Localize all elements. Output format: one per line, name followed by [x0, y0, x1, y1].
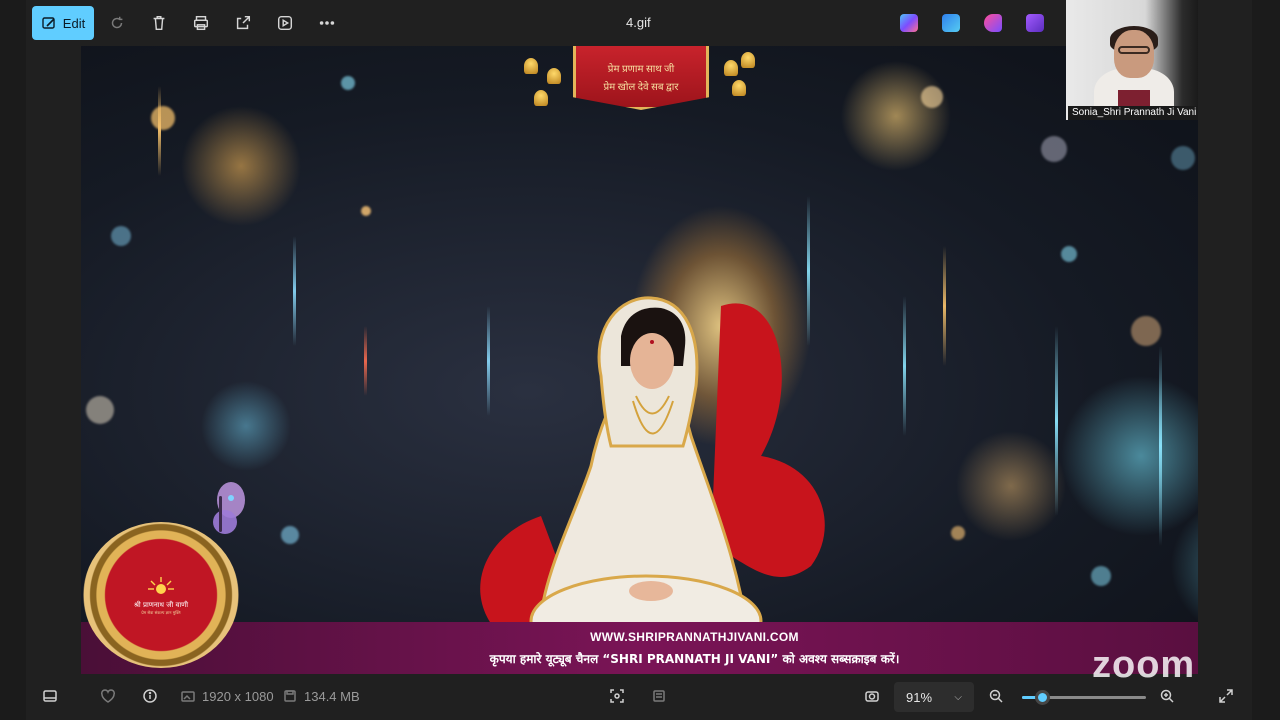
channel-logo: श्री प्राणनाथ जी वाणी प्रेम सेवा संकल्प …: [83, 522, 239, 668]
participant-glasses: [1118, 46, 1150, 54]
meditating-figure-illustration: [421, 266, 841, 674]
info-icon: [143, 689, 157, 703]
promo-message: कृपया हमारे यूट्यूब चैनल “SHRI PRANNATH …: [489, 651, 900, 666]
image-dimensions: 1920 x 1080: [180, 688, 274, 704]
participant-name: Sonia_Shri Prannath Ji Vani: [1068, 106, 1198, 120]
zoom-level-select[interactable]: 91% ⌵: [894, 682, 974, 712]
edit-icon: [42, 17, 55, 29]
participant-head: [1114, 30, 1154, 78]
logo-subtitle: प्रेम सेवा संकल्प ज्ञान मुक्ति: [141, 609, 181, 615]
actual-size-button[interactable]: [864, 688, 880, 704]
left-gutter: [0, 0, 26, 720]
sunburst-icon: [148, 576, 174, 594]
chevron-down-icon: ⌵: [954, 691, 962, 703]
file-name-title: 4.gif: [626, 15, 651, 30]
butterfly-icon: [213, 482, 245, 534]
right-gutter: [1252, 0, 1280, 720]
file-size: 134.4 MB: [282, 688, 360, 704]
devotional-banner: प्रेम प्रणाम साथ जी प्रेम खोल देवे सब द्…: [573, 46, 709, 110]
zoom-level-value: 91%: [906, 689, 933, 705]
text-scan-icon: [653, 690, 665, 702]
print-button[interactable]: [190, 12, 212, 34]
top-toolbar: Edit 4.gif: [26, 0, 1066, 46]
bottom-status-bar: 1920 x 1080 134.4 MB 91% ⌵: [26, 674, 1252, 720]
rotate-button[interactable]: [106, 12, 128, 34]
visual-search-button[interactable]: [609, 688, 625, 704]
info-button[interactable]: [142, 688, 158, 704]
edit-button[interactable]: Edit: [32, 6, 94, 40]
banner-line-1: प्रेम प्रणाम साथ जी: [607, 63, 675, 75]
image-canvas: प्रेम प्रणाम साथ जी प्रेम खोल देवे सब द्…: [81, 46, 1198, 674]
filmstrip-button[interactable]: [42, 688, 58, 704]
promo-bar: WWW.SHRIPRANNATHJIVANI.COM कृपया हमारे य…: [81, 622, 1198, 674]
share-button[interactable]: [232, 12, 254, 34]
zoom-slider[interactable]: [1022, 690, 1146, 705]
zoom-watermark: zoom: [1092, 644, 1196, 686]
more-icon: [319, 21, 335, 25]
visual-search-icon: [610, 689, 624, 703]
fullscreen-button[interactable]: [1218, 688, 1234, 704]
dimensions-text: 1920 x 1080: [202, 688, 274, 704]
zoom-slider-thumb[interactable]: [1034, 690, 1050, 705]
zoom-out-icon: [989, 689, 1003, 703]
photos-app-window: Edit 4.gif प्रेम प्रणाम साथ जी प्रेम खोल…: [0, 0, 1280, 720]
zoom-in-button[interactable]: [1159, 688, 1175, 704]
slideshow-icon: [277, 15, 293, 31]
promo-url: WWW.SHRIPRANNATHJIVANI.COM: [590, 629, 799, 644]
edit-button-label: Edit: [62, 15, 86, 31]
print-icon: [193, 15, 209, 31]
copilot-icon[interactable]: [900, 14, 918, 32]
zoom-in-icon: [1160, 689, 1174, 703]
text-scan-button[interactable]: [651, 688, 667, 704]
share-icon: [236, 15, 251, 30]
delete-button[interactable]: [148, 12, 170, 34]
clipchamp-icon[interactable]: [1026, 14, 1044, 32]
expand-icon: [1219, 689, 1233, 703]
filmstrip-icon: [43, 690, 57, 702]
logo-label: श्री प्राणनाथ जी वाणी: [133, 600, 189, 609]
more-options-button[interactable]: [316, 12, 338, 34]
image-size-icon: [181, 691, 195, 702]
slideshow-button[interactable]: [274, 12, 296, 34]
delete-icon: [153, 15, 165, 31]
file-size-text: 134.4 MB: [304, 688, 360, 704]
paint-icon[interactable]: [984, 14, 1002, 32]
heart-icon: [101, 689, 115, 703]
actual-size-icon: [865, 691, 879, 702]
save-icon: [284, 690, 296, 702]
rotate-icon: [111, 16, 123, 29]
banner-line-2: प्रेम खोल देवे सब द्वार: [603, 81, 679, 93]
participant-video-tile[interactable]: Sonia_Shri Prannath Ji Vani: [1066, 0, 1198, 120]
favorite-button[interactable]: [100, 688, 116, 704]
designer-icon[interactable]: [942, 14, 960, 32]
zoom-out-button[interactable]: [988, 688, 1004, 704]
